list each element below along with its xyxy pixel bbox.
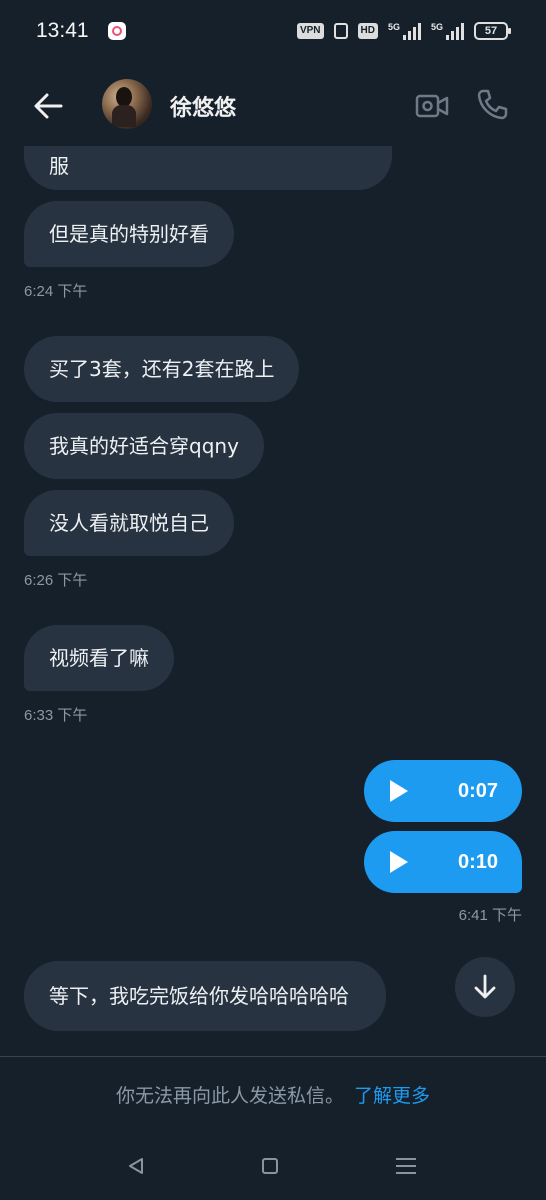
vibrate-icon [333, 23, 348, 39]
message-timestamp: 6:26 下午 [24, 572, 88, 589]
message-bubble[interactable]: 等下，我吃完饭给你发哈哈哈哈哈 [24, 961, 386, 1031]
message-text: 服 [49, 154, 69, 178]
message-text: 我真的好适合穿qqny [49, 434, 239, 458]
vpn-badge: VPN [296, 23, 324, 39]
contact-name[interactable]: 徐悠悠 [170, 90, 236, 122]
message-text: 没人看就取悦自己 [49, 511, 209, 535]
message-timestamp: 6:24 下午 [24, 283, 88, 300]
status-indicators: VPN HD 5G 5G 57 [296, 22, 511, 40]
message-bubble[interactable]: 没人看就取悦自己 [24, 490, 234, 556]
back-button[interactable] [30, 88, 66, 124]
play-icon[interactable] [390, 851, 408, 873]
contact-avatar[interactable] [102, 79, 152, 129]
scroll-to-bottom-button[interactable] [455, 957, 515, 1017]
message-bubble[interactable]: 但是真的特别好看 [24, 201, 234, 267]
arrow-left-icon [34, 93, 63, 119]
dm-conversation-screen: 13:41 VPN HD 5G 5G 57 徐悠悠 服 但是真的特别好看 6:2… [0, 0, 546, 1200]
signal-2-icon: 5G [431, 22, 464, 40]
video-call-button[interactable] [414, 88, 450, 124]
message-bubble[interactable]: 我真的好适合穿qqny [24, 413, 264, 479]
message-bubble[interactable]: 视频看了嘛 [24, 625, 174, 691]
voice-duration: 0:07 [457, 780, 498, 802]
arrow-down-icon [474, 974, 496, 999]
learn-more-link[interactable]: 了解更多 [354, 1085, 430, 1107]
status-time: 13:41 [36, 19, 89, 42]
nav-back-icon[interactable] [126, 1156, 146, 1176]
message-list[interactable]: 服 但是真的特别好看 6:24 下午 买了3套，还有2套在路上 我真的好适合穿q… [0, 146, 546, 1056]
phone-icon [477, 89, 508, 120]
status-bar: 13:41 VPN HD 5G 5G 57 [0, 0, 546, 64]
notice-text: 你无法再向此人发送私信。 [115, 1085, 344, 1107]
message-timestamp: 6:41 下午 [458, 907, 522, 924]
nav-home-icon[interactable] [262, 1158, 278, 1174]
battery-icon: 57 [474, 22, 511, 40]
voice-call-button[interactable] [474, 86, 510, 122]
nav-recents-icon[interactable] [396, 1158, 416, 1179]
message-text: 但是真的特别好看 [49, 222, 209, 246]
play-icon[interactable] [390, 780, 408, 802]
message-bubble[interactable]: 买了3套，还有2套在路上 [24, 336, 300, 402]
dm-restricted-notice: 你无法再向此人发送私信。 了解更多 [0, 1057, 546, 1135]
signal-1-icon: 5G [388, 22, 421, 40]
voice-message[interactable]: 0:10 [364, 831, 522, 893]
voice-duration: 0:10 [457, 851, 498, 873]
voice-message[interactable]: 0:07 [364, 760, 522, 822]
system-nav-bar [0, 1136, 546, 1200]
video-camera-icon [415, 94, 449, 118]
message-timestamp: 6:33 下午 [24, 707, 88, 724]
message-bubble[interactable]: 服 [24, 146, 392, 190]
message-text: 买了3套，还有2套在路上 [49, 357, 275, 381]
message-text: 等下，我吃完饭给你发哈哈哈哈哈 [49, 984, 349, 1008]
message-text: 视频看了嘛 [49, 646, 149, 670]
hd-badge: HD [357, 23, 378, 39]
app-notification-icon [108, 22, 126, 40]
conversation-header: 徐悠悠 [0, 64, 546, 146]
